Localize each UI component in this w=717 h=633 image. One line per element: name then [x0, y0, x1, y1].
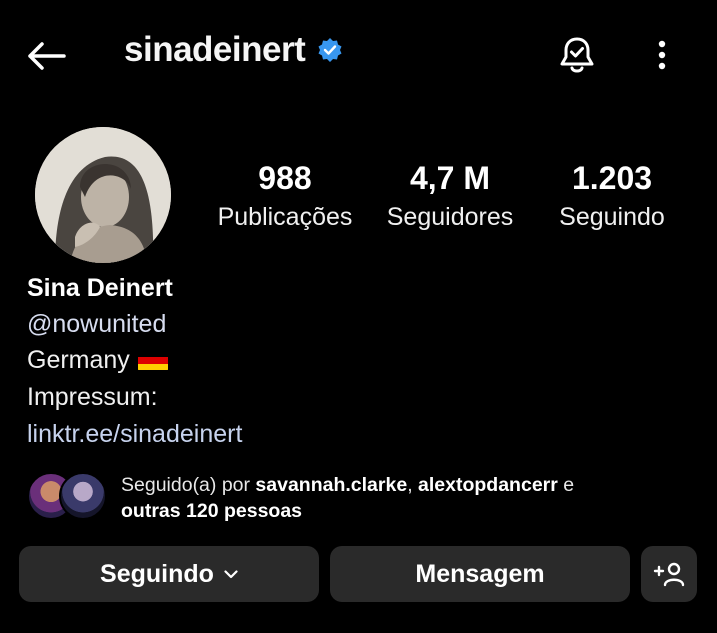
stat-posts[interactable]: 988 Publicações — [210, 160, 360, 232]
following-button-label: Seguindo — [100, 559, 214, 588]
bio-impressum: Impressum: — [27, 383, 158, 411]
following-button[interactable]: Seguindo — [19, 546, 319, 602]
followed-by-others: outras 120 pessoas — [121, 500, 303, 522]
profile-avatar[interactable] — [35, 127, 171, 263]
stat-following[interactable]: 1.203 Seguindo — [537, 160, 687, 232]
bio-external-link[interactable]: linktr.ee/sinadeinert — [27, 420, 242, 449]
profile-full-name: Sina Deinert — [27, 274, 173, 302]
bell-check-icon — [560, 37, 594, 73]
notifications-button[interactable] — [556, 34, 598, 76]
more-vertical-icon — [658, 40, 666, 70]
followers-label: Seguidores — [386, 203, 514, 231]
message-button[interactable]: Mensagem — [330, 546, 630, 602]
followed-by-conj: e — [563, 474, 575, 496]
followed-by-text[interactable]: Seguido(a) por savannah.clarke, alextopd… — [121, 472, 681, 524]
followers-count: 4,7 M — [409, 160, 491, 196]
posts-count: 988 — [258, 160, 312, 196]
mutual-followers-avatars[interactable] — [27, 472, 107, 520]
more-options-button[interactable] — [648, 34, 676, 76]
following-label: Seguindo — [559, 203, 665, 231]
back-arrow-icon — [28, 42, 66, 70]
stat-followers[interactable]: 4,7 M Seguidores — [375, 160, 525, 232]
followed-by-prefix: Seguido(a) por — [121, 474, 250, 496]
germany-flag-icon — [137, 350, 168, 371]
suggest-people-button[interactable] — [641, 546, 697, 602]
verified-badge-icon — [318, 38, 342, 62]
bio-mention-link[interactable]: @nowunited — [27, 310, 166, 339]
following-count: 1.203 — [571, 160, 653, 196]
mutual-avatar-2 — [59, 472, 107, 520]
chevron-down-icon — [224, 569, 238, 578]
followed-by-user-1: savannah.clarke — [255, 474, 408, 496]
posts-label: Publicações — [217, 203, 353, 231]
username-title: sinadeinert — [124, 30, 306, 69]
message-button-label: Mensagem — [415, 559, 545, 588]
back-button[interactable] — [24, 36, 68, 76]
profile-username-header: sinadeinert — [124, 30, 343, 70]
add-person-icon — [653, 562, 685, 587]
followed-by-user-2: alextopdancerr — [418, 474, 558, 496]
profile-photo — [35, 127, 171, 263]
location-text: Germany — [27, 346, 130, 374]
followed-by-separator: , — [407, 474, 413, 496]
bio-location: Germany — [27, 346, 168, 375]
